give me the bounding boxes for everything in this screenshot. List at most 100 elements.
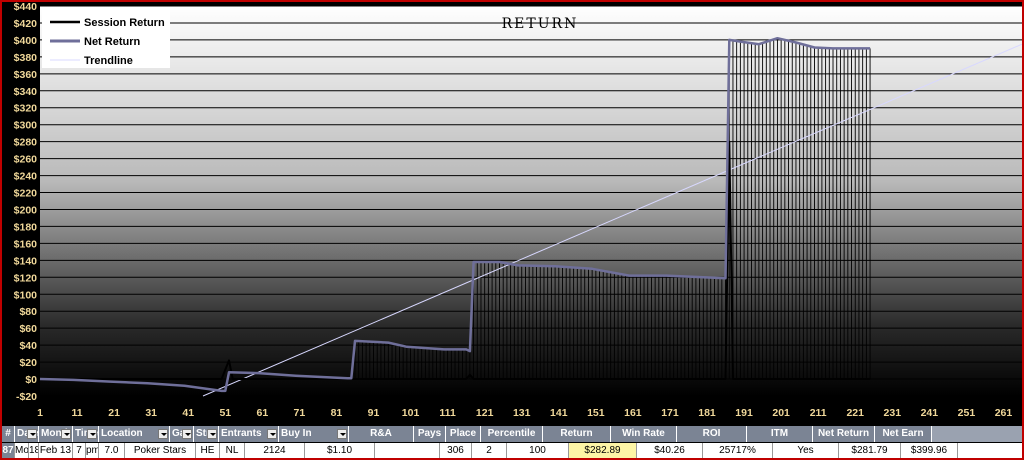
column-header[interactable]: Date: [15, 426, 39, 442]
y-tick-label: $40: [19, 340, 37, 352]
x-tick-label: 251: [958, 407, 976, 419]
filter-dropdown-icon[interactable]: [158, 429, 168, 439]
table-row: 87Mon18Feb 137pm7.0Poker StarsHENL2124$1…: [2, 443, 1022, 458]
table-cell[interactable]: 7: [73, 443, 86, 458]
column-header[interactable]: Time: [73, 426, 99, 442]
filter-dropdown-icon[interactable]: [337, 429, 347, 439]
table-cell[interactable]: Mon: [15, 443, 29, 458]
filter-dropdown-icon[interactable]: [267, 429, 277, 439]
table-cell[interactable]: 25717%: [703, 443, 773, 458]
x-tick-label: 181: [698, 407, 716, 419]
y-tick-label: $240: [14, 171, 38, 183]
x-tick-label: 11: [72, 407, 83, 419]
table-cell[interactable]: 18: [29, 443, 39, 458]
x-tick-label: 61: [256, 407, 268, 419]
y-tick-label: $280: [14, 137, 38, 149]
x-tick-label: 201: [772, 407, 790, 419]
column-header[interactable]: Net Return: [813, 426, 875, 442]
y-tick-label: $0: [25, 374, 37, 386]
column-header[interactable]: Gan: [170, 426, 194, 442]
x-tick-label: 261: [995, 407, 1013, 419]
x-tick-label: 191: [735, 407, 753, 419]
y-tick-label: $420: [14, 18, 38, 30]
x-tick-label: 211: [810, 407, 827, 419]
table-cell[interactable]: $40.26: [637, 443, 703, 458]
table-cell[interactable]: 100: [507, 443, 569, 458]
table-header-row: #DateMonthTimeLocationGanStreEntrantsBuy…: [2, 426, 1022, 442]
y-tick-label: $440: [14, 2, 38, 13]
y-tick-label: $60: [19, 323, 37, 335]
column-header[interactable]: Buy In: [279, 426, 349, 442]
table-cell[interactable]: 7.0: [99, 443, 125, 458]
table-cell[interactable]: 87: [2, 443, 15, 458]
legend-label: Net Return: [84, 36, 141, 48]
table-cell[interactable]: $281.79: [839, 443, 901, 458]
table-cell[interactable]: NL: [220, 443, 245, 458]
y-tick-label: $260: [14, 154, 38, 166]
table-cell[interactable]: [375, 443, 440, 458]
table-cell[interactable]: Yes: [773, 443, 839, 458]
x-tick-label: 41: [182, 407, 194, 419]
column-header[interactable]: #: [2, 426, 15, 442]
filter-dropdown-icon[interactable]: [27, 429, 37, 439]
column-header[interactable]: ITM: [747, 426, 813, 442]
x-tick-label: 51: [219, 407, 231, 419]
y-tick-label: $20: [19, 357, 37, 369]
table-cell[interactable]: 2: [472, 443, 507, 458]
y-tick-label: $300: [14, 120, 38, 132]
table-cell[interactable]: 2124: [245, 443, 305, 458]
x-tick-label: 141: [550, 407, 568, 419]
filter-dropdown-icon[interactable]: [87, 429, 97, 439]
filter-dropdown-icon[interactable]: [207, 429, 217, 439]
x-tick-label: 171: [661, 407, 679, 419]
return-chart: -$20 $0 $20 $40 $60 $80 $100 $120 $140 $160 $180 $2…: [14, 2, 1022, 419]
column-header[interactable]: Month: [39, 426, 73, 442]
y-tick-label: $320: [14, 103, 38, 115]
filter-dropdown-icon[interactable]: [182, 429, 192, 439]
column-header[interactable]: Return: [543, 426, 611, 442]
x-tick-label: 81: [331, 407, 343, 419]
table-cell[interactable]: $282.89: [569, 443, 637, 458]
y-tick-label: $180: [14, 221, 38, 233]
x-tick-label: 111: [439, 407, 456, 419]
table-cell[interactable]: $399.96: [901, 443, 958, 458]
table-cell[interactable]: 306: [440, 443, 472, 458]
legend-label: Session Return: [84, 17, 165, 29]
column-header[interactable]: Entrants: [219, 426, 279, 442]
x-tick-label: 131: [513, 407, 531, 419]
table-cell[interactable]: HE: [196, 443, 220, 458]
x-tick-label: 221: [846, 407, 864, 419]
column-header[interactable]: ROI: [677, 426, 747, 442]
y-tick-label: $200: [14, 204, 38, 216]
x-tick-label: 231: [884, 407, 902, 419]
table-cell[interactable]: Feb 13: [39, 443, 73, 458]
table-cell[interactable]: $1.10: [305, 443, 375, 458]
column-header[interactable]: Win Rate: [611, 426, 677, 442]
column-header[interactable]: Location: [99, 426, 170, 442]
y-tick-label: $80: [19, 306, 37, 318]
y-tick-label: $380: [14, 52, 38, 64]
x-tick-label: 161: [624, 407, 642, 419]
y-tick-label: -$20: [16, 391, 37, 403]
table-cell[interactable]: Poker Stars: [125, 443, 196, 458]
filter-dropdown-icon[interactable]: [61, 429, 71, 439]
column-header[interactable]: Stre: [194, 426, 219, 442]
column-header[interactable]: Pays: [414, 426, 446, 442]
column-header[interactable]: Net Earn: [875, 426, 932, 442]
column-header[interactable]: Place: [446, 426, 481, 442]
x-tick-label: 151: [587, 407, 605, 419]
y-tick-label: $160: [14, 238, 38, 250]
table-cell[interactable]: pm: [86, 443, 99, 458]
x-tick-label: 1: [37, 407, 43, 419]
x-tick-label: 31: [145, 407, 157, 419]
x-tick-label: 21: [108, 407, 120, 419]
y-tick-label: $120: [14, 272, 38, 284]
legend-label: Trendline: [84, 55, 133, 67]
plot-area: [40, 6, 1022, 396]
x-tick-label: 101: [402, 407, 420, 419]
y-tick-label: $340: [14, 86, 38, 98]
y-tick-label: $220: [14, 188, 38, 200]
y-tick-label: $400: [14, 35, 38, 47]
column-header[interactable]: Percentile: [481, 426, 543, 442]
column-header[interactable]: R&A: [349, 426, 414, 442]
